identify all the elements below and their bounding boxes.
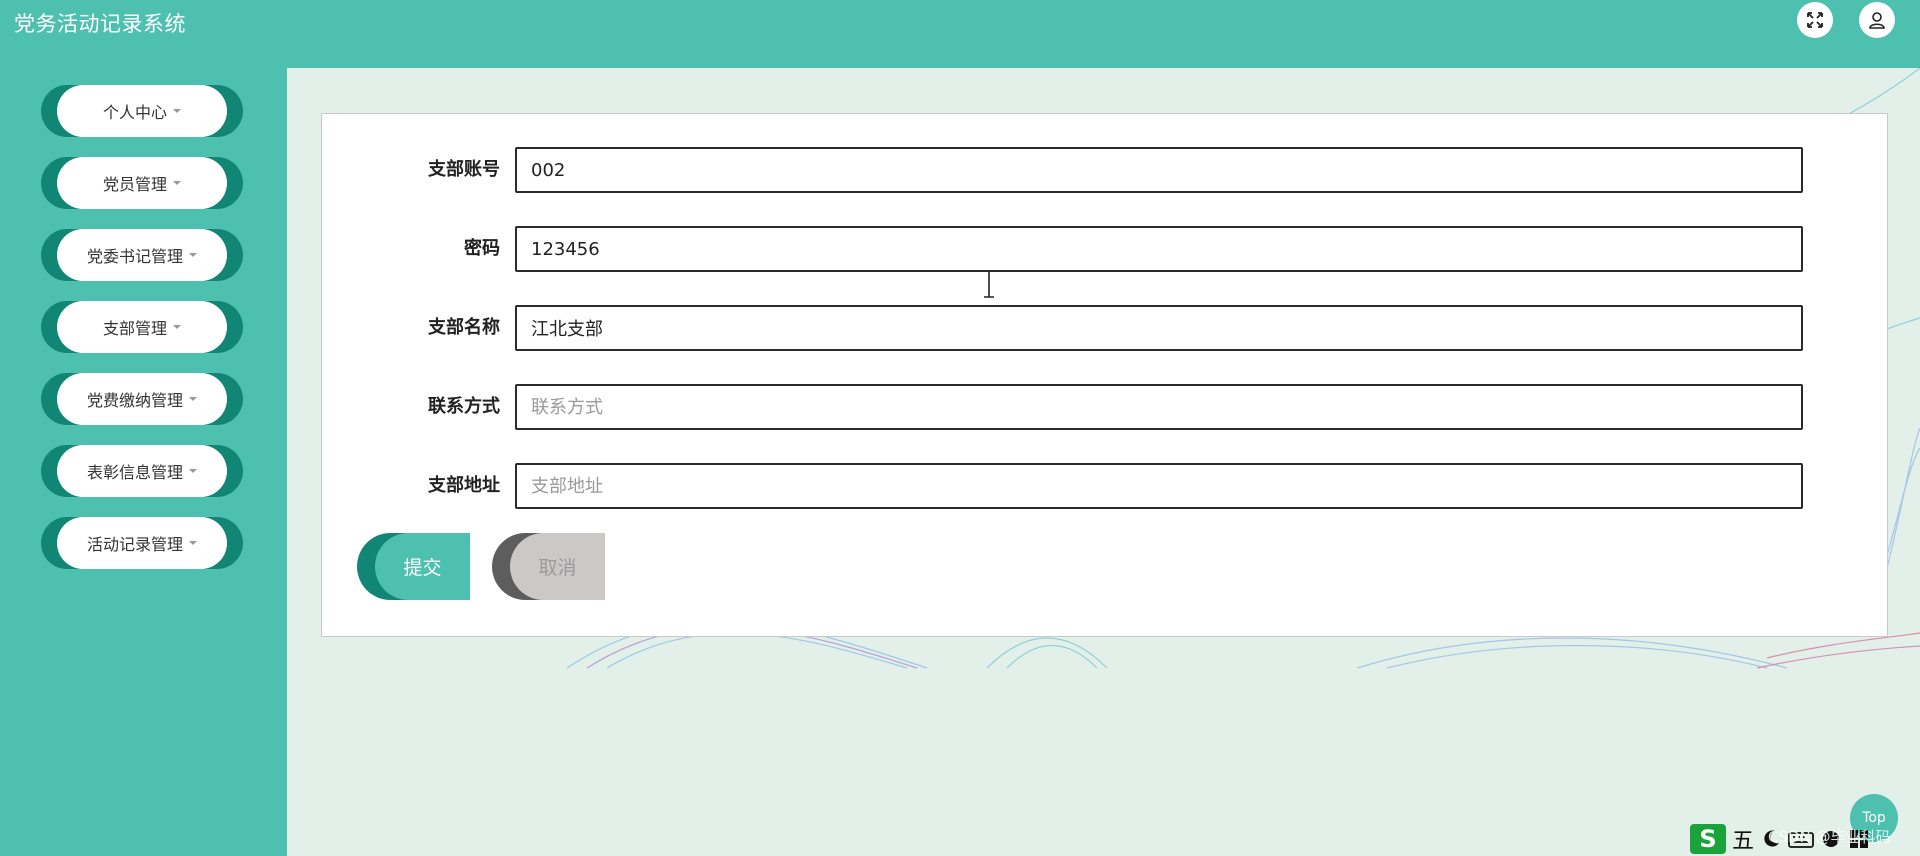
ime-logo-icon[interactable]: S <box>1690 824 1726 854</box>
branch-name-input[interactable] <box>515 305 1803 351</box>
caret-down-icon <box>173 325 181 329</box>
field-label-password: 密码 <box>464 238 500 259</box>
sidebar-item-label: 个人中心 <box>102 103 167 122</box>
caret-down-icon <box>173 181 181 185</box>
cancel-button-label: 取消 <box>510 533 605 600</box>
sidebar-item-pill: 党员管理 <box>57 157 227 209</box>
fullscreen-icon <box>1807 12 1823 28</box>
field-label-branch-name: 支部名称 <box>428 317 500 338</box>
text-cursor-icon <box>984 270 994 298</box>
sidebar-item-label: 活动记录管理 <box>86 535 183 554</box>
sidebar-item-commendation-management[interactable]: 表彰信息管理 <box>41 445 243 497</box>
sidebar-item-dues-management[interactable]: 党费缴纳管理 <box>41 373 243 425</box>
contact-input[interactable] <box>515 384 1803 430</box>
fullscreen-button[interactable] <box>1797 2 1833 38</box>
sidebar-item-label: 表彰信息管理 <box>86 463 183 482</box>
app-title: 党务活动记录系统 <box>14 12 186 36</box>
sidebar-item-personal-center[interactable]: 个人中心 <box>41 85 243 137</box>
caret-down-icon <box>173 109 181 113</box>
sidebar-item-label: 支部管理 <box>102 319 167 338</box>
watermark: CSDN @毕业科码 <box>1768 828 1891 846</box>
password-input[interactable] <box>515 226 1803 272</box>
sidebar-item-pill: 表彰信息管理 <box>57 445 227 497</box>
user-menu-button[interactable] <box>1859 2 1895 38</box>
sidebar-item-member-management[interactable]: 党员管理 <box>41 157 243 209</box>
user-icon <box>1869 12 1885 29</box>
caret-down-icon <box>189 541 197 545</box>
field-label-branch-address: 支部地址 <box>428 475 500 496</box>
caret-down-icon <box>189 469 197 473</box>
sidebar-item-label: 党员管理 <box>102 175 167 194</box>
submit-button-label: 提交 <box>375 533 470 600</box>
sidebar-item-branch-management[interactable]: 支部管理 <box>41 301 243 353</box>
caret-down-icon <box>189 253 197 257</box>
branch-form-card: 支部账号 密码 支部名称 联系方式 支部地址 提交 取消 <box>321 113 1888 637</box>
sidebar-item-pill: 党委书记管理 <box>57 229 227 281</box>
caret-down-icon <box>189 397 197 401</box>
branch-account-input[interactable] <box>515 147 1803 193</box>
sidebar-item-label: 党委书记管理 <box>86 247 183 266</box>
field-label-contact: 联系方式 <box>428 396 500 417</box>
sidebar: 个人中心 党员管理 党委书记管理 支部管理 党费缴纳管理 表彰信息管理 活动记录… <box>0 68 287 856</box>
sidebar-item-label: 党费缴纳管理 <box>86 391 183 410</box>
submit-button[interactable]: 提交 <box>357 533 470 600</box>
sidebar-item-pill: 支部管理 <box>57 301 227 353</box>
field-label-branch-account: 支部账号 <box>428 159 500 180</box>
sidebar-item-secretary-management[interactable]: 党委书记管理 <box>41 229 243 281</box>
sidebar-item-pill: 个人中心 <box>57 85 227 137</box>
sidebar-item-pill: 党费缴纳管理 <box>57 373 227 425</box>
top-bar: 党务活动记录系统 <box>0 0 1920 68</box>
sidebar-item-pill: 活动记录管理 <box>57 517 227 569</box>
cancel-button[interactable]: 取消 <box>492 533 605 600</box>
branch-address-input[interactable] <box>515 463 1803 509</box>
ime-mode-label[interactable]: 五 <box>1732 823 1754 855</box>
sidebar-item-activity-management[interactable]: 活动记录管理 <box>41 517 243 569</box>
